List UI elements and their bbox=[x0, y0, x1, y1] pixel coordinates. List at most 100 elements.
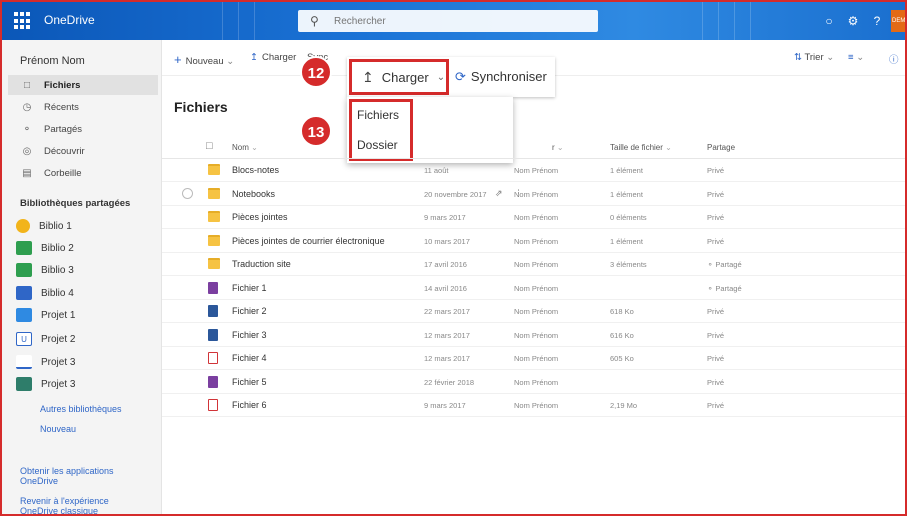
modified-by: Nom Prénom bbox=[514, 189, 559, 199]
table-row[interactable]: Fichier 5 22 février 2018 Nom Prénom Privé bbox=[162, 371, 905, 394]
column-size[interactable]: Taille de fichier ⌄ bbox=[610, 143, 672, 152]
table-row[interactable]: Notebooks ⇗ ⋮ 20 novembre 2017 Nom Prénom 1 é… bbox=[162, 183, 905, 206]
table-row[interactable]: Blocs-notes 11 août Nom Prénom 1 élément Pri… bbox=[162, 159, 905, 182]
library-label: Projet 3 bbox=[41, 378, 76, 390]
file-size: 3 éléments bbox=[610, 260, 647, 269]
app-title[interactable]: OneDrive bbox=[44, 13, 95, 27]
upload-icon: ↥ bbox=[250, 52, 258, 63]
folder-icon bbox=[208, 234, 220, 246]
nav-item-label: Corbeille bbox=[44, 167, 82, 179]
library-label: Projet 3 bbox=[41, 356, 76, 368]
file-name[interactable]: Fichier 2 bbox=[232, 306, 267, 316]
modified-by: Nom Prénom bbox=[514, 354, 559, 363]
page-title: Fichiers bbox=[174, 99, 228, 115]
nav-item-recent[interactable]: ◷ Récents bbox=[8, 97, 158, 117]
upload-files-menu-item[interactable]: Fichiers bbox=[357, 108, 399, 122]
file-name[interactable]: Fichier 4 bbox=[232, 353, 267, 363]
step-badge-12: 12 bbox=[300, 56, 332, 88]
upload-button-zoomed[interactable]: ↥ Charger ⌄ bbox=[349, 59, 449, 95]
upload-button[interactable]: ↥ Charger bbox=[250, 52, 296, 63]
sync-button-zoomed[interactable]: ⟳ Synchroniser bbox=[455, 69, 547, 85]
classic-experience-link[interactable]: Revenir à l'expérience OneDrive classiqu… bbox=[20, 496, 140, 514]
left-navigation: Prénom Nom □ Fichiers ◷ Récents ⚬ Partag… bbox=[2, 40, 162, 514]
modified-by: Nom Prénom bbox=[514, 236, 559, 246]
chevron-down-icon: ⌄ bbox=[436, 71, 446, 83]
table-row[interactable]: Pièces jointes 9 mars 2017 Nom Prénom 0 élé… bbox=[162, 206, 905, 229]
sharing-label: Privé bbox=[707, 189, 725, 199]
file-name[interactable]: Fichier 3 bbox=[232, 330, 267, 340]
table-row[interactable]: Traduction site 17 avril 2016 Nom Prénom 3 … bbox=[162, 253, 905, 276]
table-row[interactable]: Fichier 6 9 mars 2017 Nom Prénom 2,19 Mo Pri… bbox=[162, 394, 905, 417]
other-libraries-link[interactable]: Autres bibliothèques bbox=[40, 404, 122, 414]
modified-date: 12 mars 2017 bbox=[424, 330, 470, 340]
sharing-label: Privé bbox=[707, 330, 725, 340]
file-name[interactable]: Traduction site bbox=[232, 259, 291, 269]
nav-item-discover[interactable]: ◎ Découvrir bbox=[8, 141, 158, 161]
table-row[interactable]: Fichier 4 12 mars 2017 Nom Prénom 605 Ko Pri… bbox=[162, 347, 905, 370]
file-size: 1 élément bbox=[610, 189, 643, 199]
file-name[interactable]: Fichier 5 bbox=[232, 377, 267, 387]
chevron-down-icon: ⌄ bbox=[826, 52, 835, 63]
sharing-label: Privé bbox=[707, 213, 725, 222]
library-item[interactable]: Projet 3 bbox=[16, 374, 75, 394]
info-icon[interactable]: ⓘ bbox=[889, 52, 899, 66]
modified-date: 17 avril 2016 bbox=[424, 260, 467, 269]
sharing-status: Privé bbox=[707, 190, 724, 199]
column-label: r bbox=[552, 143, 555, 152]
table-row[interactable]: Fichier 1 14 avril 2016 Nom Prénom ⚬ Partag… bbox=[162, 277, 905, 300]
file-name[interactable]: Pièces jointes de courrier électronique bbox=[232, 236, 385, 246]
file-size: 605 Ko bbox=[610, 354, 634, 363]
sharing-label: Privé bbox=[707, 401, 725, 410]
chevron-down-icon: ⌄ bbox=[226, 56, 235, 67]
library-item[interactable]: Biblio 3 bbox=[16, 260, 74, 280]
help-icon[interactable]: ? bbox=[868, 12, 886, 30]
file-name[interactable]: Notebooks bbox=[232, 189, 275, 199]
nav-item-files[interactable]: □ Fichiers bbox=[8, 75, 158, 95]
new-button[interactable]: + Nouveau ⌄ bbox=[174, 52, 234, 67]
column-modified-by[interactable]: r ⌄ bbox=[552, 143, 564, 152]
library-item[interactable]: Biblio 4 bbox=[16, 283, 74, 303]
nav-item-shared[interactable]: ⚬ Partagés bbox=[8, 119, 158, 139]
library-item[interactable]: U Projet 2 bbox=[16, 329, 75, 349]
table-row[interactable]: Fichier 3 12 mars 2017 Nom Prénom 616 Ko Pri… bbox=[162, 324, 905, 347]
modified-date: 20 novembre 2017 bbox=[424, 189, 487, 199]
library-item[interactable]: Projet 1 bbox=[16, 305, 75, 325]
file-size: 1 élément bbox=[610, 236, 643, 246]
library-icon bbox=[16, 241, 32, 255]
bell-icon[interactable]: ○ bbox=[820, 12, 838, 30]
sharing-status: Privé bbox=[707, 354, 724, 363]
library-item[interactable]: Projet 3 bbox=[16, 352, 75, 372]
library-item[interactable]: Biblio 1 bbox=[16, 216, 72, 236]
new-library-link[interactable]: Nouveau bbox=[40, 424, 76, 434]
view-options-icon[interactable]: ≡ ⌄ bbox=[848, 52, 864, 63]
app-launcher-icon[interactable] bbox=[14, 12, 32, 30]
nav-item-label: Découvrir bbox=[44, 145, 85, 157]
modified-date: 22 mars 2017 bbox=[424, 307, 470, 316]
compass-icon: ◎ bbox=[22, 145, 32, 157]
sort-button[interactable]: ⇅ Trier ⌄ bbox=[794, 52, 834, 63]
column-name[interactable]: Nom ⌄ bbox=[232, 143, 258, 152]
nav-item-recycle-bin[interactable]: ▤ Corbeille bbox=[8, 163, 158, 183]
gear-icon[interactable]: ⚙ bbox=[844, 12, 862, 30]
file-name[interactable]: Fichier 6 bbox=[232, 400, 267, 410]
table-row[interactable]: Fichier 2 22 mars 2017 Nom Prénom 618 Ko Pri… bbox=[162, 300, 905, 323]
modified-by: Nom Prénom bbox=[514, 260, 559, 269]
column-sharing[interactable]: Partage bbox=[707, 143, 735, 152]
get-apps-link[interactable]: Obtenir les applications OneDrive bbox=[20, 466, 140, 486]
library-item[interactable]: Biblio 2 bbox=[16, 238, 74, 258]
row-select-radio[interactable] bbox=[182, 187, 193, 199]
nav-item-label: Fichiers bbox=[44, 79, 81, 91]
file-name[interactable]: Pièces jointes bbox=[232, 212, 288, 222]
search-box[interactable]: ⚲ bbox=[298, 10, 598, 32]
file-name[interactable]: Fichier 1 bbox=[232, 283, 267, 293]
modified-date: 12 mars 2017 bbox=[424, 354, 470, 363]
sync-icon: ⟳ bbox=[455, 69, 466, 84]
sharing-label: Privé bbox=[707, 307, 725, 316]
table-row[interactable]: Pièces jointes de courrier électronique 1… bbox=[162, 230, 905, 253]
avatar[interactable]: DEM bbox=[891, 10, 905, 32]
library-icon bbox=[16, 377, 32, 391]
sharing-status: Privé bbox=[707, 237, 724, 246]
file-name[interactable]: Blocs-notes bbox=[232, 165, 279, 175]
share-icon[interactable]: ⇗ bbox=[495, 188, 503, 199]
search-input[interactable] bbox=[334, 13, 584, 29]
